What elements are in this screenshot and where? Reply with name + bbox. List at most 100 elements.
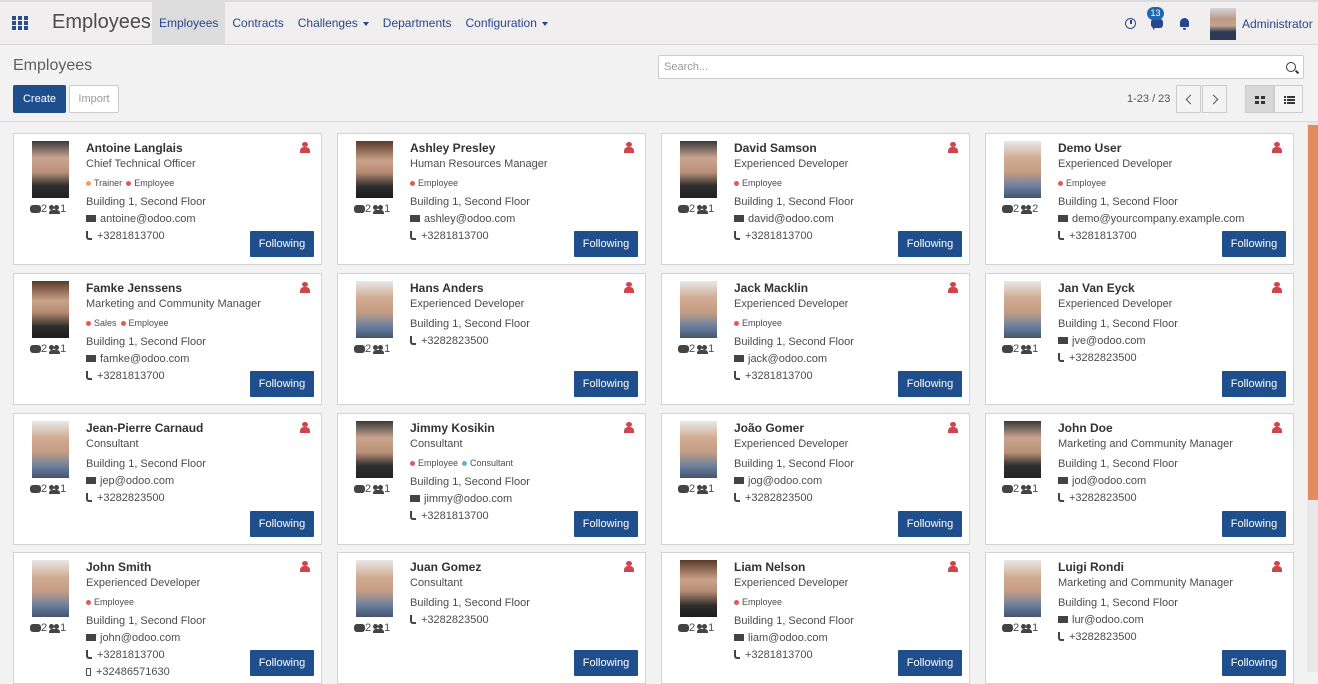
pager-next-button[interactable]: [1202, 85, 1227, 113]
follower-count: 1: [708, 622, 715, 634]
following-button[interactable]: Following: [574, 371, 638, 397]
work-email[interactable]: lur@odoo.com: [1058, 614, 1144, 626]
following-button[interactable]: Following: [898, 650, 962, 676]
employee-card[interactable]: 2 1 Hans Anders Experienced Developer Buildi…: [337, 273, 646, 405]
work-email[interactable]: david@odoo.com: [734, 213, 834, 225]
list-view-button[interactable]: [1274, 85, 1303, 113]
employee-card[interactable]: 2 1 Ashley Presley Human Resources Manager E…: [337, 133, 646, 265]
phone-icon: [410, 335, 416, 345]
employee-card[interactable]: 2 1 John Smith Experienced Developer Employe…: [13, 552, 322, 684]
employee-card[interactable]: 2 1 Juan Gomez Consultant Building 1, Second…: [337, 552, 646, 684]
employee-name[interactable]: Jack Macklin: [734, 281, 808, 295]
following-button[interactable]: Following: [250, 231, 314, 257]
employee-card[interactable]: 2 1 Jean-Pierre Carnaud Consultant Building …: [13, 413, 322, 545]
employee-name[interactable]: João Gomer: [734, 421, 804, 435]
bell-icon[interactable]: [1179, 18, 1190, 30]
following-button[interactable]: Following: [898, 511, 962, 537]
import-button[interactable]: Import: [69, 85, 119, 113]
employee-name[interactable]: Ashley Presley: [410, 141, 495, 155]
employee-photo: [32, 141, 69, 198]
work-email[interactable]: liam@odoo.com: [734, 632, 828, 644]
employee-name[interactable]: Liam Nelson: [734, 560, 805, 574]
work-email[interactable]: famke@odoo.com: [86, 353, 189, 365]
work-email[interactable]: jack@odoo.com: [734, 353, 827, 365]
employee-card[interactable]: 2 1 João Gomer Experienced Developer Buildin…: [661, 413, 970, 545]
following-button[interactable]: Following: [1222, 371, 1286, 397]
user-menu[interactable]: Administrator: [1242, 17, 1313, 31]
work-email[interactable]: john@odoo.com: [86, 632, 180, 644]
pager-previous-button[interactable]: [1176, 85, 1201, 113]
following-button[interactable]: Following: [250, 371, 314, 397]
envelope-icon: [86, 476, 96, 484]
following-button[interactable]: Following: [1222, 511, 1286, 537]
work-email[interactable]: antoine@odoo.com: [86, 213, 196, 225]
following-button[interactable]: Following: [250, 650, 314, 676]
user-icon: [300, 282, 310, 293]
following-button[interactable]: Following: [574, 511, 638, 537]
employee-card[interactable]: 2 1 Jimmy Kosikin Consultant Employee Consult…: [337, 413, 646, 545]
employee-card[interactable]: 2 2 Demo User Experienced Developer Employee…: [985, 133, 1294, 265]
following-button[interactable]: Following: [250, 511, 314, 537]
scrollbar[interactable]: [1307, 122, 1318, 672]
employee-name[interactable]: Demo User: [1058, 141, 1121, 155]
work-location: Building 1, Second Floor: [734, 458, 854, 470]
employee-name[interactable]: John Smith: [86, 560, 151, 574]
tag-color-dot: [120, 320, 126, 326]
employee-name[interactable]: John Doe: [1058, 421, 1113, 435]
employee-card[interactable]: 2 1 John Doe Marketing and Community Manage…: [985, 413, 1294, 545]
employee-name[interactable]: Jan Van Eyck: [1058, 281, 1135, 295]
apps-menu-icon[interactable]: [12, 16, 29, 31]
employee-card[interactable]: 2 1 Antoine Langlais Chief Technical Office…: [13, 133, 322, 265]
employee-card[interactable]: 2 1 Famke Jenssens Marketing and Community …: [13, 273, 322, 405]
employee-name[interactable]: Hans Anders: [410, 281, 484, 295]
email-text: david@odoo.com: [748, 213, 834, 225]
work-email[interactable]: jve@odoo.com: [1058, 335, 1146, 347]
employee-name[interactable]: Luigi Rondi: [1058, 560, 1124, 574]
chat-icon[interactable]: [1151, 19, 1163, 30]
employee-name[interactable]: Famke Jenssens: [86, 281, 182, 295]
phone-icon: [734, 370, 740, 380]
scrollbar-thumb[interactable]: [1308, 125, 1318, 500]
employee-name[interactable]: David Samson: [734, 141, 817, 155]
employee-card[interactable]: 2 1 David Samson Experienced Developer Emplo…: [661, 133, 970, 265]
employee-name[interactable]: Jimmy Kosikin: [410, 421, 495, 435]
search-input[interactable]: [659, 56, 1269, 78]
following-button[interactable]: Following: [898, 231, 962, 257]
work-email[interactable]: demo@yourcompany.example.com: [1058, 213, 1244, 225]
following-button[interactable]: Following: [1222, 231, 1286, 257]
create-button[interactable]: Create: [13, 85, 66, 113]
work-email[interactable]: ashley@odoo.com: [410, 213, 515, 225]
user-avatar[interactable]: [1210, 8, 1236, 40]
comments-icon: [30, 205, 41, 214]
phone-icon: [1058, 230, 1064, 240]
messages-badge[interactable]: 13: [1147, 7, 1164, 20]
menu-item-employees[interactable]: Employees: [152, 2, 226, 45]
user-icon: [1272, 282, 1282, 293]
following-button[interactable]: Following: [574, 650, 638, 676]
kanban-view-button[interactable]: [1245, 85, 1274, 113]
search-icon[interactable]: [1286, 62, 1296, 72]
pager-value[interactable]: 1-23 / 23: [1127, 93, 1170, 105]
menu-item-contracts[interactable]: Contracts: [225, 2, 290, 45]
menu-item-configuration[interactable]: Configuration: [458, 2, 554, 45]
employee-card[interactable]: 2 1 Jan Van Eyck Experienced Developer Build…: [985, 273, 1294, 405]
menu-item-departments[interactable]: Departments: [376, 2, 459, 45]
work-email[interactable]: jog@odoo.com: [734, 475, 822, 487]
menu-item-challenges[interactable]: Challenges: [291, 2, 376, 45]
envelope-icon: [734, 214, 744, 222]
work-email[interactable]: jod@odoo.com: [1058, 475, 1146, 487]
followers-icon: [373, 484, 385, 494]
employee-name[interactable]: Juan Gomez: [410, 560, 481, 574]
clock-icon[interactable]: [1125, 18, 1136, 29]
employee-name[interactable]: Jean-Pierre Carnaud: [86, 421, 203, 435]
following-button[interactable]: Following: [1222, 650, 1286, 676]
employee-name[interactable]: Antoine Langlais: [86, 141, 183, 155]
phone-icon: [86, 370, 92, 380]
work-email[interactable]: jimmy@odoo.com: [410, 493, 512, 505]
employee-card[interactable]: 2 1 Luigi Rondi Marketing and Community Man…: [985, 552, 1294, 684]
following-button[interactable]: Following: [898, 371, 962, 397]
employee-card[interactable]: 2 1 Jack Macklin Experienced Developer Emplo…: [661, 273, 970, 405]
work-email[interactable]: jep@odoo.com: [86, 475, 174, 487]
employee-card[interactable]: 2 1 Liam Nelson Experienced Developer Employ…: [661, 552, 970, 684]
following-button[interactable]: Following: [574, 231, 638, 257]
